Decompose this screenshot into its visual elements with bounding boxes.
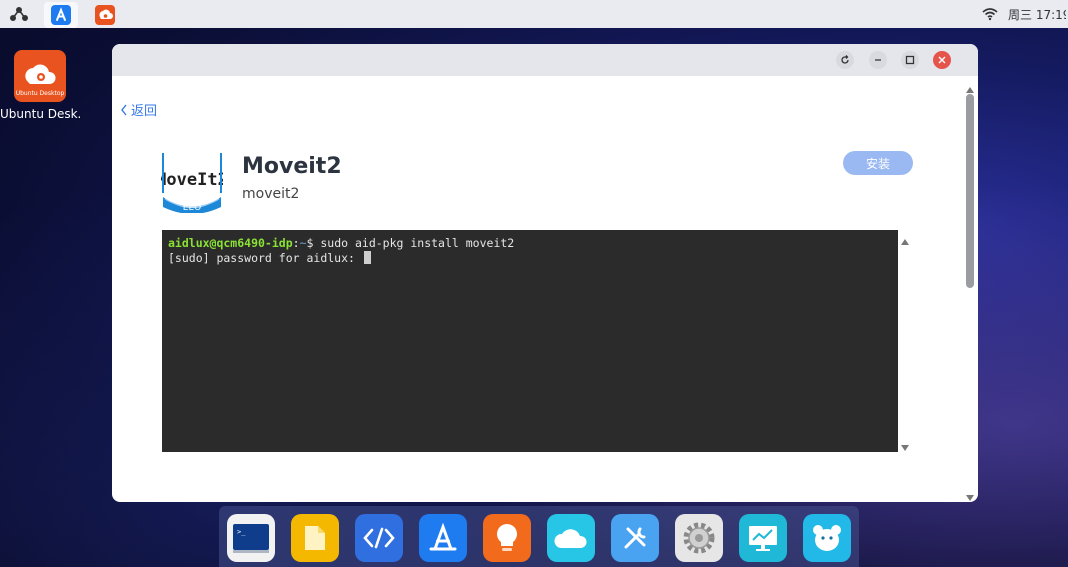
app-store-icon	[51, 5, 71, 25]
taskbar-app-store[interactable]	[44, 2, 78, 28]
window-scrollbar-thumb[interactable]	[966, 94, 974, 288]
dock: >_	[219, 506, 859, 567]
close-icon[interactable]	[933, 51, 951, 69]
desktop-icon-caption: Ubuntu Desktop	[15, 90, 65, 97]
terminal-icon: >_	[233, 524, 269, 553]
window-scroll-down-icon[interactable]	[965, 488, 975, 501]
maximize-icon[interactable]	[901, 51, 919, 69]
chevron-left-icon	[121, 104, 127, 115]
app-store-icon	[429, 523, 457, 551]
window-titlebar[interactable]	[112, 44, 978, 76]
cloud-icon	[554, 529, 587, 548]
terminal-line-2: [sudo] password for aidlux:	[168, 251, 898, 266]
dock-monitor[interactable]	[739, 514, 787, 562]
gear-icon	[683, 522, 715, 554]
app-title: Moveit2	[242, 154, 342, 179]
clock[interactable]: 周三 17:19	[1008, 6, 1066, 23]
dock-terminal[interactable]: >_	[227, 514, 275, 562]
refresh-icon[interactable]	[836, 51, 854, 69]
launcher-dots-icon[interactable]	[8, 4, 30, 24]
logo-text: MoveIt2	[161, 170, 223, 190]
tools-icon	[624, 527, 646, 549]
code-icon	[363, 527, 395, 549]
ubuntu-desktop-icon	[95, 5, 115, 25]
app-store-window: 返回 MoveIt2 EEO Moveit2 moveit2 安装 aidlux…	[112, 44, 978, 502]
folder-icon	[305, 526, 325, 550]
dock-files[interactable]	[291, 514, 339, 562]
lightbulb-icon	[497, 524, 517, 551]
dock-cloud[interactable]	[547, 514, 595, 562]
status-area: 周三 17:19	[982, 0, 1068, 28]
back-button[interactable]: 返回	[120, 100, 157, 119]
app-subtitle: moveit2	[242, 186, 300, 202]
taskbar-ubuntu-desktop[interactable]	[88, 2, 122, 28]
monitor-icon	[749, 526, 777, 551]
install-terminal[interactable]: aidlux@qcm6490-idp:~$ sudo aid-pkg insta…	[162, 230, 898, 452]
terminal-cursor	[363, 251, 371, 264]
app-logo: MoveIt2 EEO	[156, 149, 228, 214]
dock-tips[interactable]	[483, 514, 531, 562]
svg-text:>_: >_	[237, 528, 246, 536]
install-button[interactable]: 安装	[843, 151, 913, 175]
dock-bear[interactable]	[803, 514, 851, 562]
dock-settings[interactable]	[675, 514, 723, 562]
dock-app-store[interactable]	[419, 514, 467, 562]
wifi-icon[interactable]	[982, 7, 998, 21]
back-label: 返回	[131, 104, 158, 119]
logo-badge: EEO	[183, 203, 201, 213]
dock-code[interactable]	[355, 514, 403, 562]
dock-tools[interactable]	[611, 514, 659, 562]
top-bar: 周三 17:19	[0, 0, 1068, 28]
window-scroll-up-icon[interactable]	[965, 80, 975, 93]
minimize-icon[interactable]	[869, 51, 887, 69]
terminal-scroll-down-icon[interactable]	[900, 438, 910, 451]
desktop-ubuntu-desktop-icon[interactable]: Ubuntu Desktop	[14, 50, 66, 102]
terminal-line-1: aidlux@qcm6490-idp:~$ sudo aid-pkg insta…	[168, 236, 515, 250]
desktop-icon-label[interactable]: Ubuntu Desk...	[0, 107, 80, 121]
bear-icon	[813, 525, 841, 551]
terminal-scroll-up-icon[interactable]	[900, 232, 910, 245]
